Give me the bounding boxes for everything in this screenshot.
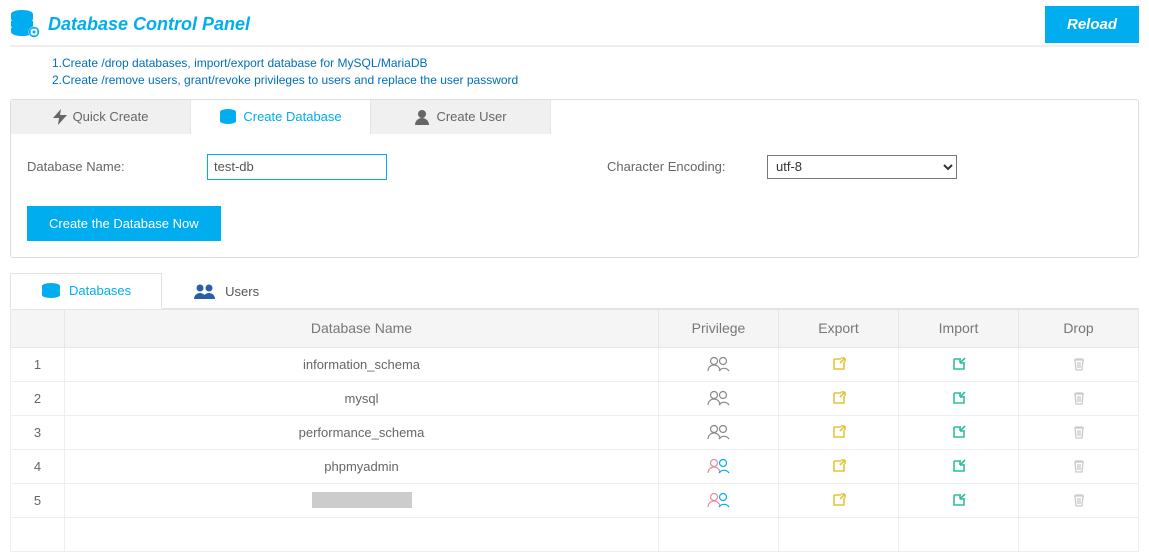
header-bar: Database Control Panel Reload [0,0,1149,45]
encoding-label: Character Encoding: [607,159,767,174]
export-icon[interactable] [831,492,847,508]
tab-create-user[interactable]: Create User [371,100,551,134]
tab-label: Databases [69,283,131,298]
import-icon[interactable] [951,458,967,474]
privilege-icon-cell [659,449,779,483]
drop-icon[interactable] [1071,458,1087,474]
page-title: Database Control Panel [48,14,250,35]
export-icon[interactable] [831,458,847,474]
row-index: 2 [11,381,65,415]
privilege-icon[interactable] [707,492,731,508]
tab-label: Quick Create [73,109,149,124]
redacted-name [312,492,412,508]
import-icon[interactable] [951,390,967,406]
table-row: 3performance_schema [11,415,1139,449]
encoding-select[interactable]: utf-8 [767,155,957,179]
tab-quick-create[interactable]: Quick Create [11,100,191,134]
drop-icon-cell [1019,415,1139,449]
privilege-icon-cell [659,347,779,381]
create-database-button[interactable]: Create the Database Now [27,206,221,241]
tab-create-database[interactable]: Create Database [191,100,371,134]
import-icon-cell [899,347,1019,381]
drop-icon[interactable] [1071,424,1087,440]
header-left: Database Control Panel [8,8,250,41]
database-panel-icon [8,8,40,41]
reload-button[interactable]: Reload [1045,6,1139,43]
drop-icon[interactable] [1071,356,1087,372]
row-db-name: information_schema [65,347,659,381]
intro-line-1: 1.Create /drop databases, import/export … [52,55,1149,72]
row-index: 1 [11,347,65,381]
create-tabs: Quick Create Create Database Create User [11,100,1138,134]
db-name-input[interactable] [207,154,387,180]
intro-line-2: 2.Create /remove users, grant/revoke pri… [52,72,1149,89]
export-icon-cell [779,415,899,449]
databases-table: Database Name Privilege Export Import Dr… [10,309,1139,552]
list-tabs: Databases Users [10,272,1139,309]
drop-icon-cell [1019,347,1139,381]
tab-label: Users [225,284,259,299]
row-db-name: phpmyadmin [65,449,659,483]
table-row: 5 [11,483,1139,517]
drop-icon[interactable] [1071,390,1087,406]
tab-databases[interactable]: Databases [10,273,162,309]
drop-icon[interactable] [1071,492,1087,508]
privilege-icon-cell [659,415,779,449]
row-index: 5 [11,483,65,517]
import-icon-cell [899,415,1019,449]
row-db-name: performance_schema [65,415,659,449]
tab-users[interactable]: Users [162,273,290,309]
row-db-name: mysql [65,381,659,415]
drop-icon-cell [1019,381,1139,415]
export-icon[interactable] [831,424,847,440]
export-icon[interactable] [831,390,847,406]
export-icon-cell [779,381,899,415]
privilege-icon-cell [659,483,779,517]
drop-icon-cell [1019,449,1139,483]
table-row: 1information_schema [11,347,1139,381]
import-icon-cell [899,449,1019,483]
privilege-icon[interactable] [707,356,731,372]
col-index [11,309,65,347]
create-panel: Quick Create Create Database Create User… [10,99,1139,258]
db-name-label: Database Name: [27,159,207,174]
import-icon[interactable] [951,424,967,440]
tab-label: Create Database [243,109,341,124]
export-icon-cell [779,449,899,483]
import-icon-cell [899,483,1019,517]
row-db-name [65,483,659,517]
import-icon-cell [899,381,1019,415]
import-icon[interactable] [951,492,967,508]
row-index: 3 [11,415,65,449]
privilege-icon[interactable] [707,458,731,474]
table-row: 2mysql [11,381,1139,415]
export-icon-cell [779,347,899,381]
col-privilege: Privilege [659,309,779,347]
drop-icon-cell [1019,483,1139,517]
tab-label: Create User [436,109,506,124]
privilege-icon[interactable] [707,424,731,440]
row-index: 4 [11,449,65,483]
intro-text: 1.Create /drop databases, import/export … [0,47,1149,99]
table-row: 4phpmyadmin [11,449,1139,483]
col-drop: Drop [1019,309,1139,347]
import-icon[interactable] [951,356,967,372]
create-db-form: Database Name: Character Encoding: utf-8… [11,134,1138,257]
export-icon-cell [779,483,899,517]
privilege-icon-cell [659,381,779,415]
col-name: Database Name [65,309,659,347]
export-icon[interactable] [831,356,847,372]
privilege-icon[interactable] [707,390,731,406]
table-row-empty [11,517,1139,551]
col-export: Export [779,309,899,347]
col-import: Import [899,309,1019,347]
